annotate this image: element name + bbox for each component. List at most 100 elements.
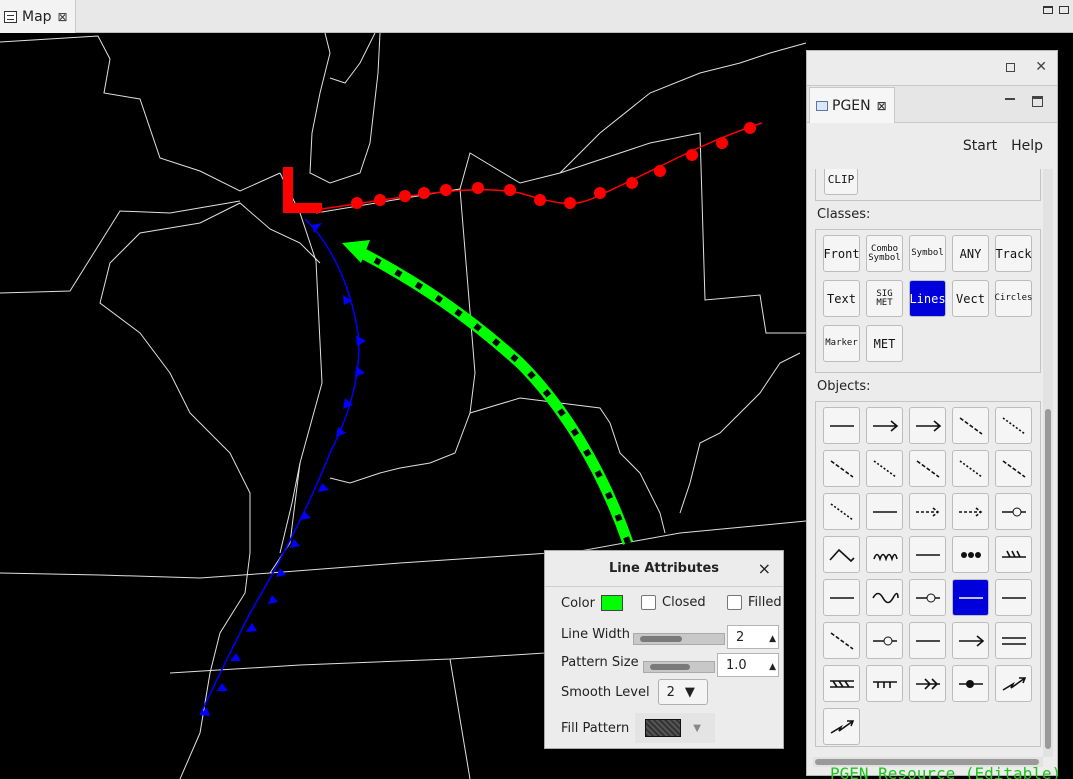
object-button-solid-line[interactable] bbox=[823, 407, 860, 444]
close-button[interactable]: ✕ bbox=[1035, 59, 1047, 75]
object-button-dash-dot-line-2[interactable] bbox=[866, 493, 903, 530]
class-button-circles[interactable]: Circles bbox=[995, 280, 1032, 317]
maximize-button[interactable] bbox=[1059, 6, 1069, 14]
object-button-zigzag-fill-line[interactable] bbox=[823, 665, 860, 702]
cold-front-barb bbox=[230, 653, 241, 661]
object-button-dashed-line[interactable] bbox=[995, 407, 1032, 444]
close-icon[interactable]: ⊠ bbox=[877, 99, 887, 113]
clip-button[interactable]: CLIP bbox=[824, 169, 858, 195]
object-button-dashed-filled-arrow-line[interactable] bbox=[952, 493, 989, 530]
object-button-dash-line-5[interactable] bbox=[995, 450, 1032, 487]
dashed-arrow-line-icon bbox=[915, 506, 939, 517]
object-button-thick-arrow-line[interactable] bbox=[823, 708, 860, 745]
menu-help[interactable]: Help bbox=[1011, 138, 1043, 154]
class-button-vector[interactable]: Vect bbox=[952, 280, 989, 317]
symbol-class-icon: Symbol bbox=[911, 248, 944, 258]
line-width-spinner[interactable]: 2 ▲ bbox=[727, 625, 779, 649]
object-button-filled-arrow-line[interactable] bbox=[909, 407, 946, 444]
class-button-front[interactable]: Front bbox=[823, 235, 860, 272]
spin-up-icon[interactable]: ▲ bbox=[769, 627, 776, 651]
pattern-size-label: Pattern Size bbox=[561, 655, 639, 670]
slider-knob[interactable] bbox=[650, 664, 690, 670]
object-button-dashed-arrow-line[interactable] bbox=[909, 493, 946, 530]
combo-symbol-class-icon: Combo Symbol bbox=[868, 243, 901, 263]
color-row: Color bbox=[561, 595, 623, 611]
object-button-circle-x-line[interactable] bbox=[866, 622, 903, 659]
spin-up-icon[interactable]: ▲ bbox=[769, 655, 776, 679]
object-button-tick-bar-line[interactable] bbox=[866, 665, 903, 702]
vertical-scrollbar[interactable] bbox=[1043, 169, 1053, 757]
class-button-met[interactable]: MET bbox=[866, 325, 903, 362]
class-button-lines[interactable]: Lines bbox=[909, 280, 946, 317]
cold-front[interactable] bbox=[199, 218, 366, 716]
scrollbar-thumb[interactable] bbox=[1045, 409, 1051, 749]
filled-checkbox[interactable] bbox=[727, 595, 742, 610]
dashed-filled-arrow-line-icon bbox=[958, 506, 982, 517]
object-button-arrow-line[interactable] bbox=[866, 407, 903, 444]
low-pressure-marker[interactable] bbox=[283, 167, 322, 213]
object-button-squiggle-arrow-line[interactable] bbox=[995, 665, 1032, 702]
cold-front-barb bbox=[246, 623, 257, 632]
object-button-x-line[interactable] bbox=[995, 579, 1032, 616]
object-button-filled-diamond-arrow-line[interactable] bbox=[952, 665, 989, 702]
object-button-dotted-line[interactable] bbox=[952, 407, 989, 444]
object-button-tick-line[interactable] bbox=[823, 579, 860, 616]
object-button-box-x-line[interactable] bbox=[909, 622, 946, 659]
object-button-circle-line[interactable] bbox=[995, 493, 1032, 530]
object-button-box-circle-line[interactable] bbox=[909, 579, 946, 616]
drawn-arrow-line[interactable] bbox=[342, 240, 634, 545]
warm-front-bump bbox=[564, 197, 576, 209]
object-button-double-line[interactable] bbox=[995, 622, 1032, 659]
class-button-sigmet[interactable]: SIG MET bbox=[866, 280, 903, 317]
thick-arrow-line-icon bbox=[830, 719, 854, 734]
menu-start[interactable]: Start bbox=[963, 138, 997, 154]
maximize-button[interactable] bbox=[1032, 96, 1043, 107]
object-button-double-arrow-line[interactable] bbox=[909, 665, 946, 702]
tab-map[interactable]: Map ⊠ bbox=[0, 0, 76, 33]
warm-front-bump bbox=[399, 190, 411, 202]
object-button-x-dash-line[interactable] bbox=[823, 622, 860, 659]
pattern-size-slider[interactable] bbox=[643, 661, 715, 673]
class-button-symbol[interactable]: Symbol bbox=[909, 235, 946, 272]
warm-front-bump bbox=[594, 187, 606, 199]
minimize-button[interactable] bbox=[1005, 98, 1015, 100]
warm-front[interactable] bbox=[321, 122, 763, 210]
object-button-dash-line-3[interactable] bbox=[866, 450, 903, 487]
object-button-wave-line[interactable] bbox=[866, 579, 903, 616]
object-button-dash-line-2[interactable] bbox=[823, 450, 860, 487]
line-width-slider[interactable] bbox=[633, 633, 725, 645]
close-icon[interactable]: × bbox=[758, 551, 771, 587]
object-button-selected-arrow-line[interactable] bbox=[952, 579, 989, 616]
restore-button[interactable] bbox=[1006, 63, 1015, 72]
class-button-combo-symbol[interactable]: Combo Symbol bbox=[866, 235, 903, 272]
class-button-track[interactable]: Track bbox=[995, 235, 1032, 272]
double-tick-line-icon bbox=[1001, 550, 1026, 558]
object-button-double-tick-line[interactable] bbox=[995, 536, 1032, 573]
class-button-text[interactable]: Text bbox=[823, 280, 860, 317]
object-button-cross-arrow-line[interactable] bbox=[909, 536, 946, 573]
tab-pgen[interactable]: PGEN ⊠ bbox=[809, 87, 895, 123]
circles-class-icon: Circles bbox=[994, 293, 1033, 303]
object-button-scallop-line[interactable] bbox=[866, 536, 903, 573]
smooth-level-select[interactable]: 2 ▼ bbox=[657, 679, 708, 705]
object-button-circle-arrow-line[interactable] bbox=[952, 622, 989, 659]
closed-checkbox[interactable] bbox=[641, 595, 656, 610]
object-button-dash-dot-line[interactable] bbox=[952, 450, 989, 487]
filled-diamond-arrow-line-icon bbox=[958, 679, 983, 688]
minimize-button[interactable] bbox=[1043, 6, 1053, 14]
fill-pattern-select[interactable]: ▼ bbox=[635, 713, 716, 743]
object-button-zigzag-line[interactable] bbox=[823, 536, 860, 573]
pattern-size-spinner[interactable]: 1.0 ▲ bbox=[717, 653, 779, 677]
dash-line-4-icon bbox=[916, 459, 939, 478]
object-button-dotted-dash-line[interactable] bbox=[823, 493, 860, 530]
double-arrow-line-icon bbox=[915, 677, 940, 690]
object-button-dash-line-4[interactable] bbox=[909, 450, 946, 487]
object-button-dots-line[interactable] bbox=[952, 536, 989, 573]
class-button-any[interactable]: ANY bbox=[952, 235, 989, 272]
close-icon[interactable]: ⊠ bbox=[58, 10, 68, 24]
color-swatch[interactable] bbox=[600, 595, 623, 611]
chevron-down-icon: ▼ bbox=[684, 684, 695, 700]
slider-knob[interactable] bbox=[640, 636, 682, 642]
solid-line-icon bbox=[829, 424, 854, 427]
class-button-marker[interactable]: Marker bbox=[823, 325, 860, 362]
